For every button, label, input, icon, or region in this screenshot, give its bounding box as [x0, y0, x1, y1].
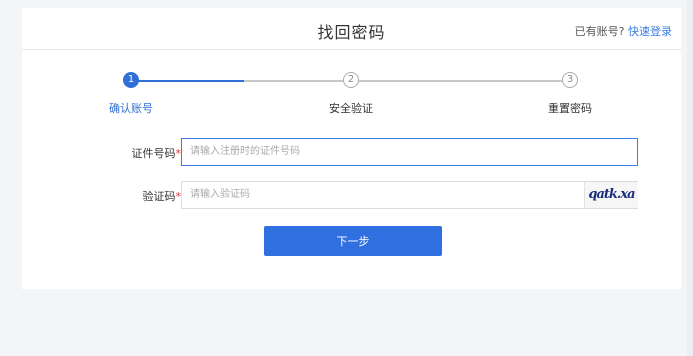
- step-2-label: 安全验证: [329, 102, 373, 115]
- step-line-pending: [244, 80, 343, 82]
- step-1-circle: 1: [123, 72, 139, 88]
- recover-password-card: 找回密码 已有账号? 快速登录 1 2 3 确认账号 安全验证 重置密码 证件号…: [22, 8, 681, 289]
- step-2-circle: 2: [343, 72, 359, 88]
- id-number-label-text: 证件号码: [131, 147, 176, 160]
- captcha-input[interactable]: 请输入验证码: [181, 181, 638, 209]
- login-prompt: 已有账号?: [574, 25, 625, 38]
- captcha-row: 验证码* 请输入验证码 qatk.xa: [22, 181, 681, 209]
- id-number-row: 证件号码* 请输入注册时的证件号码: [22, 138, 681, 166]
- captcha-image[interactable]: qatk.xa: [584, 182, 638, 208]
- id-number-label: 证件号码*: [132, 145, 182, 161]
- step-line-pending: [359, 80, 562, 82]
- id-number-input[interactable]: 请输入注册时的证件号码: [181, 138, 638, 166]
- login-hint: 已有账号? 快速登录: [575, 23, 672, 39]
- step-3-circle: 3: [562, 72, 578, 88]
- quick-login-link[interactable]: 快速登录: [628, 25, 672, 38]
- page-top-strip: [0, 0, 693, 8]
- captcha-label: 验证码*: [143, 188, 182, 204]
- card-header: 找回密码 已有账号? 快速登录: [22, 8, 681, 50]
- step-3-label: 重置密码: [548, 102, 592, 115]
- progress-steps: 1 2 3 确认账号 安全验证 重置密码: [22, 72, 681, 122]
- step-line-done: [131, 80, 244, 82]
- scrollbar-track[interactable]: [687, 0, 693, 356]
- step-1-label: 确认账号: [109, 102, 153, 115]
- captcha-label-text: 验证码: [142, 190, 176, 203]
- next-step-button[interactable]: 下一步: [264, 226, 442, 256]
